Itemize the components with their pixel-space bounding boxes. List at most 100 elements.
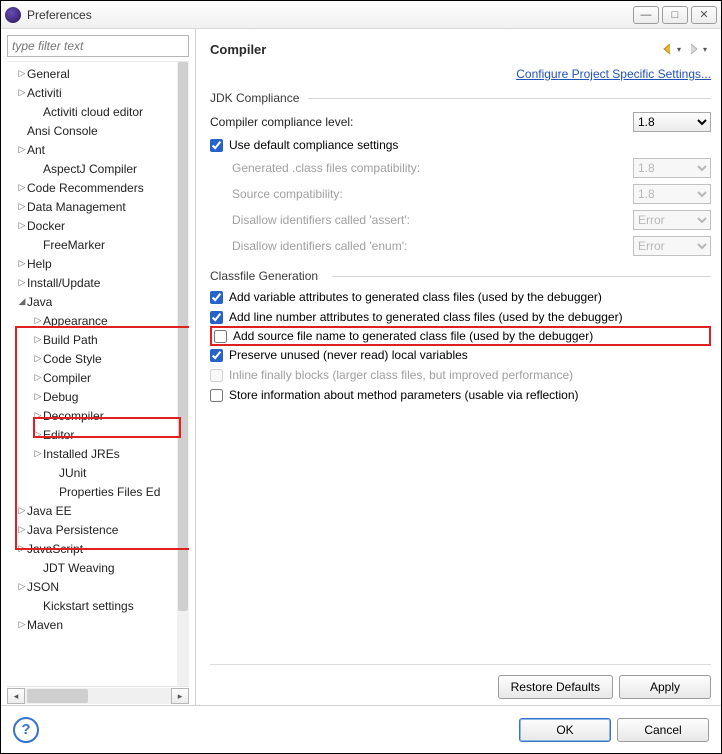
expand-icon[interactable]: ▷ (17, 581, 27, 592)
tree-scrollbar-horizontal[interactable] (25, 688, 171, 704)
tree-scrollbar-vertical[interactable] (177, 62, 189, 686)
tree-item-label: Ansi Console (27, 124, 98, 138)
forward-icon[interactable] (686, 41, 702, 57)
filter-input[interactable] (7, 35, 189, 57)
expand-icon[interactable]: ▷ (17, 277, 27, 288)
ok-button[interactable]: OK (519, 718, 611, 742)
expand-icon[interactable]: ▷ (33, 372, 43, 383)
tree-item[interactable]: ▷General (7, 64, 177, 83)
use-default-checkbox[interactable] (210, 139, 223, 152)
back-menu[interactable]: ▾ (677, 45, 685, 54)
tree-item-label: Java Persistence (27, 523, 118, 537)
tree-item[interactable]: ▷Java EE (7, 501, 177, 520)
tree-scroll-right[interactable]: ▸ (171, 688, 189, 704)
tree-item[interactable]: FreeMarker (7, 235, 177, 254)
add-line-numbers-checkbox[interactable] (210, 311, 223, 324)
add-variable-attrs-label: Add variable attributes to generated cla… (229, 290, 602, 304)
expand-icon[interactable]: ▷ (33, 391, 43, 402)
cancel-button[interactable]: Cancel (617, 718, 709, 742)
tree-item[interactable]: ▷Editor (7, 425, 177, 444)
tree-item[interactable]: Kickstart settings (7, 596, 177, 615)
tree-pane: ▷General▷ActivitiActiviti cloud editorAn… (1, 29, 196, 705)
expand-icon[interactable]: ▷ (33, 315, 43, 326)
expand-icon[interactable]: ▷ (33, 410, 43, 421)
expand-icon[interactable]: ▷ (33, 334, 43, 345)
store-params-checkbox[interactable] (210, 389, 223, 402)
add-source-filename-checkbox[interactable] (214, 330, 227, 343)
preserve-unused-checkbox[interactable] (210, 349, 223, 362)
tree-item[interactable]: ▷Activiti (7, 83, 177, 102)
tree-item[interactable]: ▷JSON (7, 577, 177, 596)
tree-item[interactable]: ▷Code Recommenders (7, 178, 177, 197)
use-default-label: Use default compliance settings (229, 138, 398, 152)
expand-icon[interactable]: ▷ (33, 448, 43, 459)
expand-icon[interactable]: ▷ (17, 144, 27, 155)
tree-item[interactable]: ▷Install/Update (7, 273, 177, 292)
forward-menu[interactable]: ▾ (703, 45, 711, 54)
tree-scroll-left[interactable]: ◂ (7, 688, 25, 704)
tree-item[interactable]: ◢Java (7, 292, 177, 311)
preserve-unused-label: Preserve unused (never read) local varia… (229, 348, 468, 362)
expand-icon[interactable]: ▷ (17, 524, 27, 535)
restore-defaults-button[interactable]: Restore Defaults (498, 675, 613, 699)
expand-icon[interactable]: ▷ (17, 182, 27, 193)
expand-icon[interactable]: ▷ (17, 87, 27, 98)
tree-item[interactable]: ▷Ant (7, 140, 177, 159)
tree-item[interactable]: ▷Debug (7, 387, 177, 406)
tree-item[interactable]: ▷Code Style (7, 349, 177, 368)
tree-item-label: Code Style (43, 352, 102, 366)
tree-item[interactable]: AspectJ Compiler (7, 159, 177, 178)
expand-icon[interactable]: ▷ (17, 619, 27, 630)
expand-icon[interactable]: ▷ (17, 258, 27, 269)
page-title: Compiler (210, 42, 266, 57)
tree-item-label: Activiti (27, 86, 62, 100)
tree-item-label: Build Path (43, 333, 98, 347)
tree-item[interactable]: ▷Java Persistence (7, 520, 177, 539)
tree-item[interactable]: ▷Decompiler (7, 406, 177, 425)
disallow-assert-label: Disallow identifiers called 'assert': (232, 213, 633, 227)
tree-item[interactable]: Activiti cloud editor (7, 102, 177, 121)
tree-item-label: General (27, 67, 70, 81)
expand-icon[interactable]: ▷ (17, 220, 27, 231)
inline-finally-checkbox (210, 369, 223, 382)
close-button[interactable]: ✕ (691, 6, 717, 24)
minimize-button[interactable]: ― (633, 6, 659, 24)
tree-item[interactable]: JDT Weaving (7, 558, 177, 577)
project-settings-link[interactable]: Configure Project Specific Settings... (516, 67, 711, 81)
tree-item[interactable]: ▷Data Management (7, 197, 177, 216)
tree-item[interactable]: ▷Installed JREs (7, 444, 177, 463)
tree-item[interactable]: Properties Files Ed (7, 482, 177, 501)
expand-icon[interactable]: ▷ (17, 201, 27, 212)
tree-item-label: Compiler (43, 371, 91, 385)
tree-item-label: Java (27, 295, 52, 309)
help-button[interactable]: ? (13, 717, 39, 743)
preference-tree[interactable]: ▷General▷ActivitiActiviti cloud editorAn… (7, 62, 177, 686)
tree-item[interactable]: ▷Docker (7, 216, 177, 235)
expand-icon[interactable]: ◢ (17, 296, 27, 307)
store-params-label: Store information about method parameter… (229, 388, 579, 402)
maximize-button[interactable]: □ (662, 6, 688, 24)
expand-icon[interactable]: ▷ (33, 429, 43, 440)
tree-item[interactable]: JUnit (7, 463, 177, 482)
tree-item-label: Decompiler (43, 409, 104, 423)
expand-icon[interactable]: ▷ (17, 68, 27, 79)
apply-button[interactable]: Apply (619, 675, 711, 699)
tree-item[interactable]: Ansi Console (7, 121, 177, 140)
tree-item[interactable]: ▷Compiler (7, 368, 177, 387)
tree-item[interactable]: ▷Build Path (7, 330, 177, 349)
tree-item-label: Java EE (27, 504, 72, 518)
add-variable-attrs-checkbox[interactable] (210, 291, 223, 304)
tree-item[interactable]: ▷Help (7, 254, 177, 273)
tree-item[interactable]: ▷JavaScript (7, 539, 177, 558)
expand-icon[interactable]: ▷ (17, 505, 27, 516)
tree-item-label: Maven (27, 618, 63, 632)
tree-item[interactable]: ▷Appearance (7, 311, 177, 330)
tree-item-label: JSON (27, 580, 59, 594)
expand-icon[interactable]: ▷ (33, 353, 43, 364)
back-icon[interactable] (660, 41, 676, 57)
tree-item[interactable]: ▷Maven (7, 615, 177, 634)
compliance-level-select[interactable]: 1.8 (633, 112, 711, 132)
settings-pane: Compiler ▾ ▾ Configure Project Specific … (196, 29, 721, 705)
expand-icon[interactable]: ▷ (17, 543, 27, 554)
inline-finally-label: Inline finally blocks (larger class file… (229, 368, 573, 382)
